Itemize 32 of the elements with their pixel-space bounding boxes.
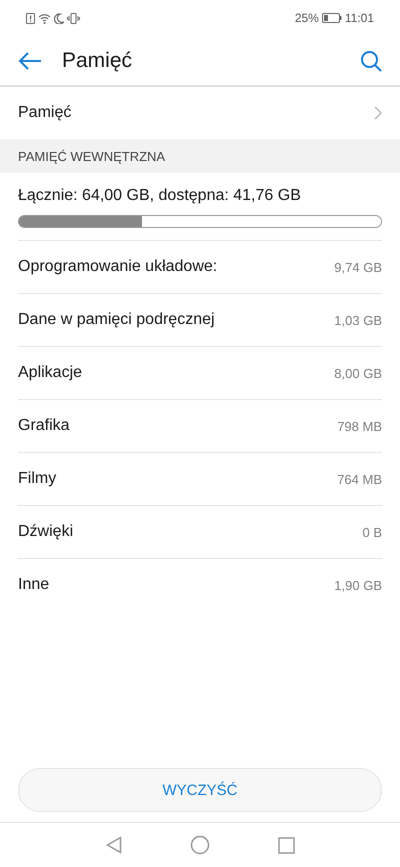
storage-category: Filmy bbox=[18, 470, 56, 488]
vibrate-icon bbox=[67, 12, 80, 24]
storage-category: Inne bbox=[18, 576, 50, 594]
storage-category: Dźwięki bbox=[18, 523, 74, 541]
battery-percent: 25% bbox=[294, 11, 319, 25]
clear-button[interactable]: WYCZYŚĆ bbox=[18, 768, 382, 812]
storage-category: Aplikacje bbox=[18, 364, 82, 382]
storage-size: 1,03 GB bbox=[334, 312, 382, 328]
recents-square-icon[interactable] bbox=[278, 836, 294, 854]
clock-time: 11:01 bbox=[344, 11, 374, 25]
section-header: PAMIĘĆ WEWNĘTRZNA bbox=[0, 139, 400, 173]
storage-size: 764 MB bbox=[337, 472, 382, 486]
storage-size: 8,00 GB bbox=[334, 366, 382, 380]
storage-summary: Łącznie: 64,00 GB, dostępna: 41,76 GB bbox=[17, 186, 302, 205]
screen-title: Pamięć bbox=[62, 48, 134, 72]
storage-menu-item[interactable]: Pamięć bbox=[0, 87, 400, 139]
storage-category: Grafika bbox=[18, 417, 70, 435]
storage-size: 1,90 GB bbox=[334, 578, 382, 592]
chevron-right-icon bbox=[374, 106, 382, 120]
storage-category: Dane w pamięci podręcznej bbox=[18, 311, 215, 329]
search-icon[interactable] bbox=[360, 50, 382, 72]
back-triangle-icon[interactable] bbox=[106, 836, 122, 854]
home-circle-icon[interactable] bbox=[190, 835, 210, 855]
storage-size: 798 MB bbox=[337, 418, 382, 434]
wifi-icon bbox=[38, 12, 51, 24]
sim-alert-icon bbox=[26, 12, 35, 24]
moon-icon bbox=[54, 12, 64, 24]
storage-category: Oprogramowanie układowe: bbox=[18, 258, 218, 276]
back-arrow-icon[interactable] bbox=[18, 50, 42, 70]
storage-size: 0 B bbox=[362, 524, 382, 540]
battery-icon bbox=[322, 13, 342, 23]
storage-size: 9,74 GB bbox=[334, 260, 382, 274]
